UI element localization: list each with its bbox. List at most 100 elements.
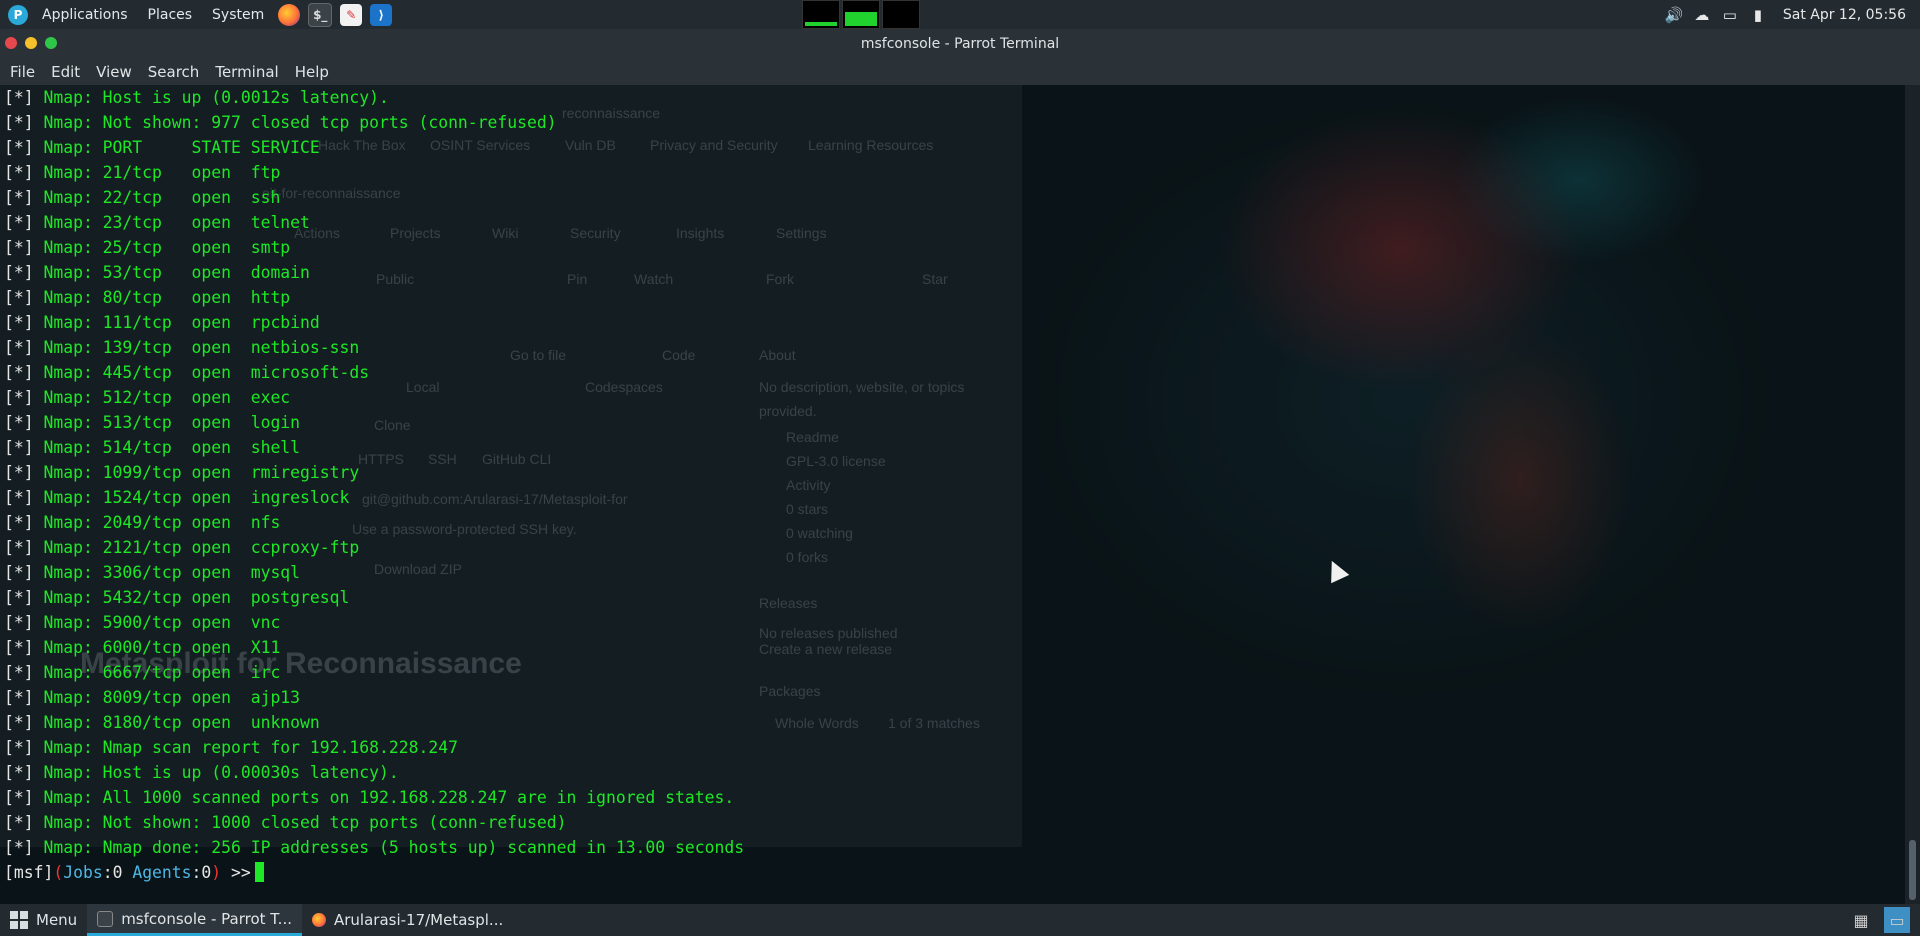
line-text: Nmap: 80/tcp open http <box>33 288 291 307</box>
terminal-line: [*] Nmap: 25/tcp open smtp <box>4 235 1905 260</box>
line-text: Nmap: 445/tcp open microsoft-ds <box>33 363 370 382</box>
battery-icon[interactable]: ▮ <box>1747 6 1769 24</box>
line-text: Nmap: 2049/tcp open nfs <box>33 513 281 532</box>
line-text: Nmap: 6667/tcp open irc <box>33 663 281 682</box>
terminal-output-area[interactable]: reconnaissance Hack The Box OSINT Servic… <box>0 85 1905 904</box>
status-tag: [*] <box>4 563 34 582</box>
clock[interactable]: Sat Apr 12, 05:56 <box>1783 7 1906 23</box>
terminal-line: [*] Nmap: 8180/tcp open unknown <box>4 710 1905 735</box>
status-tag: [*] <box>4 763 34 782</box>
line-text: Nmap: 53/tcp open domain <box>33 263 310 282</box>
cpu-graph <box>802 0 840 29</box>
terminal-line: [*] Nmap: PORT STATE SERVICE <box>4 135 1905 160</box>
status-tag: [*] <box>4 513 34 532</box>
taskbar-task-msfconsole[interactable]: msfconsole - Parrot T... <box>87 904 302 936</box>
text-cursor <box>254 862 264 882</box>
terminal-icon <box>97 910 114 927</box>
network-icon[interactable]: ☁ <box>1691 6 1713 24</box>
menu-view[interactable]: View <box>88 63 140 81</box>
status-tag: [*] <box>4 813 34 832</box>
status-tag: [*] <box>4 313 34 332</box>
terminal-line: [*] Nmap: 139/tcp open netbios-ssn <box>4 335 1905 360</box>
line-text: Nmap: 3306/tcp open mysql <box>33 563 301 582</box>
line-text: Nmap: 23/tcp open telnet <box>33 213 310 232</box>
status-tag: [*] <box>4 463 34 482</box>
terminal-workspace-icon[interactable]: ▭ <box>1884 907 1910 933</box>
prompt-jobs-value: :0 <box>102 863 123 882</box>
status-tag: [*] <box>4 138 34 157</box>
terminal-icon[interactable]: $_ <box>308 2 333 27</box>
taskbar-menu-button[interactable]: Menu <box>0 904 87 936</box>
line-text: Nmap: 5432/tcp open postgresql <box>33 588 350 607</box>
maximize-window-button[interactable] <box>45 37 57 49</box>
terminal-line: [*] Nmap: 1099/tcp open rmiregistry <box>4 460 1905 485</box>
line-text: Nmap: 1524/tcp open ingreslock <box>33 488 350 507</box>
task-label: Arularasi-17/Metaspl... <box>333 911 504 929</box>
menu-terminal[interactable]: Terminal <box>207 63 286 81</box>
line-text: Nmap: 21/tcp open ftp <box>33 163 281 182</box>
scrollbar-thumb[interactable] <box>1909 840 1916 900</box>
status-tag: [*] <box>4 238 34 257</box>
text-editor-icon[interactable]: ✎ <box>340 3 363 26</box>
window-titlebar[interactable]: msfconsole - Parrot Terminal <box>0 29 1920 58</box>
status-tag: [*] <box>4 788 34 807</box>
line-text: Nmap: 25/tcp open smtp <box>33 238 291 257</box>
minimize-window-button[interactable] <box>25 37 37 49</box>
prompt-msf: [msf] <box>4 863 54 882</box>
workspace-icon[interactable]: ▦ <box>1848 907 1874 933</box>
firefox-icon[interactable] <box>278 3 301 26</box>
taskbar-task-firefox[interactable]: Arularasi-17/Metaspl... <box>302 904 513 936</box>
terminal-line: [*] Nmap: 1524/tcp open ingreslock <box>4 485 1905 510</box>
status-tag: [*] <box>4 388 34 407</box>
volume-icon[interactable]: 🔊 <box>1663 6 1685 24</box>
msf-prompt[interactable]: [msf](Jobs:0 Agents:0) >> <box>4 860 1905 885</box>
prompt-paren: ) <box>211 863 222 882</box>
terminal-line: [*] Nmap: 23/tcp open telnet <box>4 210 1905 235</box>
system-monitor[interactable] <box>802 0 920 29</box>
prompt-arrow: >> <box>221 863 251 882</box>
status-tag: [*] <box>4 488 34 507</box>
line-text: Nmap: Not shown: 977 closed tcp ports (c… <box>33 113 557 132</box>
close-window-button[interactable] <box>5 37 17 49</box>
bottom-taskbar: Menu msfconsole - Parrot T... Arularasi-… <box>0 904 1920 936</box>
terminal-line: [*] Nmap: 5900/tcp open vnc <box>4 610 1905 635</box>
window-icon[interactable]: ▭ <box>1719 6 1741 24</box>
system-menu[interactable]: System <box>202 0 274 29</box>
line-text: Nmap: All 1000 scanned ports on 192.168.… <box>33 788 735 807</box>
line-text: Nmap: 8180/tcp open unknown <box>33 713 320 732</box>
network-graph <box>882 0 920 29</box>
applications-menu[interactable]: Applications <box>32 0 138 29</box>
terminal-line: [*] Nmap: 80/tcp open http <box>4 285 1905 310</box>
menu-help[interactable]: Help <box>287 63 337 81</box>
line-text: Nmap: PORT STATE SERVICE <box>33 138 320 157</box>
status-tag: [*] <box>4 88 34 107</box>
status-tag: [*] <box>4 163 34 182</box>
terminal-line: [*] Nmap: 513/tcp open login <box>4 410 1905 435</box>
menu-search[interactable]: Search <box>140 63 208 81</box>
menu-file[interactable]: File <box>2 63 43 81</box>
terminal-line: [*] Nmap: 8009/tcp open ajp13 <box>4 685 1905 710</box>
terminal-line: [*] Nmap: 111/tcp open rpcbind <box>4 310 1905 335</box>
places-menu[interactable]: Places <box>138 0 203 29</box>
line-text: Nmap: Nmap done: 256 IP addresses (5 hos… <box>33 838 745 857</box>
status-tag: [*] <box>4 263 34 282</box>
terminal-line: [*] Nmap: Nmap done: 256 IP addresses (5… <box>4 835 1905 860</box>
terminal-line: [*] Nmap: 6000/tcp open X11 <box>4 635 1905 660</box>
terminal-line: [*] Nmap: 22/tcp open ssh <box>4 185 1905 210</box>
window-title: msfconsole - Parrot Terminal <box>860 35 1060 52</box>
terminal-line: [*] Nmap: All 1000 scanned ports on 192.… <box>4 785 1905 810</box>
terminal-scrollbar[interactable] <box>1905 85 1920 904</box>
terminal-line: [*] Nmap: Host is up (0.00030s latency). <box>4 760 1905 785</box>
menu-edit[interactable]: Edit <box>43 63 88 81</box>
line-text: Nmap: Host is up (0.00030s latency). <box>33 763 399 782</box>
terminal-line: [*] Nmap: 2121/tcp open ccproxy-ftp <box>4 535 1905 560</box>
terminal-menubar: File Edit View Search Terminal Help <box>0 58 1920 85</box>
terminal-line: [*] Nmap: 6667/tcp open irc <box>4 660 1905 685</box>
vscode-icon[interactable]: ⟩ <box>370 3 393 26</box>
line-text: Nmap: 513/tcp open login <box>33 413 301 432</box>
firefox-icon <box>311 913 326 927</box>
terminal-line: [*] Nmap: Host is up (0.0012s latency). <box>4 85 1905 110</box>
parrot-logo-icon[interactable]: P <box>8 4 28 25</box>
line-text: Nmap: 5900/tcp open vnc <box>33 613 281 632</box>
line-text: Nmap: 514/tcp open shell <box>33 438 301 457</box>
